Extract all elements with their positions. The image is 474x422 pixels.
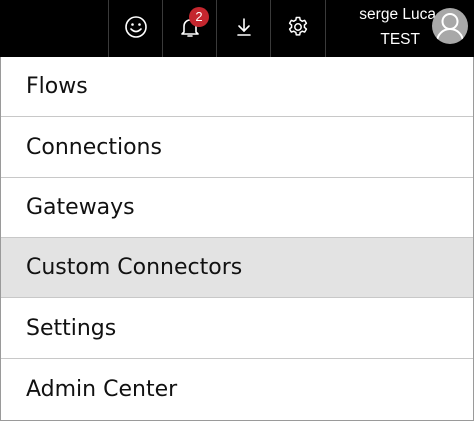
settings-button[interactable]: [271, 0, 325, 57]
download-button[interactable]: [217, 0, 270, 57]
download-icon: [234, 16, 254, 42]
feedback-button[interactable]: [109, 0, 162, 57]
menu-item-settings[interactable]: Settings: [1, 299, 473, 359]
menu-item-label: Settings: [26, 316, 117, 341]
avatar-icon[interactable]: [432, 8, 468, 44]
gear-icon: [286, 15, 310, 43]
notifications-button[interactable]: 2: [163, 0, 216, 57]
menu-item-label: Custom Connectors: [26, 255, 243, 280]
top-bar: 2 serge Luca TEST: [0, 0, 474, 57]
menu-item-label: Gateways: [26, 195, 135, 220]
user-org: TEST: [380, 31, 420, 48]
menu-item-label: Connections: [26, 135, 162, 160]
menu-item-admin-center[interactable]: Admin Center: [1, 359, 473, 419]
menu-item-label: Flows: [26, 74, 88, 99]
menu-item-gateways[interactable]: Gateways: [1, 178, 473, 238]
notification-count-badge: 2: [189, 7, 209, 27]
user-name: serge Luca: [359, 6, 436, 23]
smiley-icon: [124, 15, 148, 43]
menu-item-custom-connectors[interactable]: Custom Connectors: [1, 238, 473, 298]
menu-item-label: Admin Center: [26, 376, 178, 402]
menu-item-connections[interactable]: Connections: [1, 118, 473, 178]
menu-item-flows[interactable]: Flows: [1, 57, 473, 117]
settings-dropdown-menu: Flows Connections Gateways Custom Connec…: [0, 57, 474, 421]
